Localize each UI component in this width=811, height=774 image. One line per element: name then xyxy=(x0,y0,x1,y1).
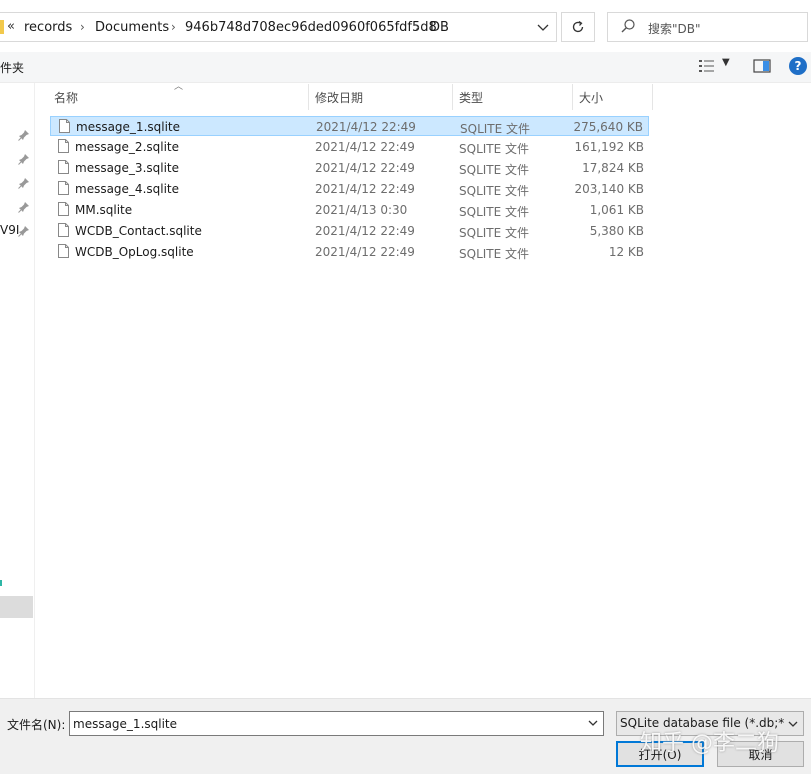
new-folder-button[interactable]: 件夹 xyxy=(0,59,24,76)
column-header-size[interactable]: 大小 xyxy=(573,84,652,110)
address-bar[interactable]: « records › Documents › 946b748d708ec96d… xyxy=(0,12,557,42)
file-type: SQLITE 文件 xyxy=(459,142,530,156)
filename-field[interactable] xyxy=(69,711,604,736)
file-name: message_4.sqlite xyxy=(75,182,180,196)
preview-pane-icon[interactable] xyxy=(753,59,771,73)
file-name: message_3.sqlite xyxy=(75,161,180,175)
column-header-type[interactable]: 类型 xyxy=(453,84,572,110)
file-row[interactable]: WCDB_OpLog.sqlite 2021/4/12 22:49 SQLITE… xyxy=(50,242,649,262)
file-name: WCDB_Contact.sqlite xyxy=(75,224,202,238)
pin-icon[interactable] xyxy=(18,129,30,141)
filename-input[interactable] xyxy=(73,715,573,732)
chevron-down-icon[interactable] xyxy=(530,13,556,41)
breadcrumb-separator-icon[interactable]: › xyxy=(80,20,85,34)
breadcrumb-db[interactable]: DB xyxy=(430,20,449,35)
folder-icon xyxy=(0,20,4,34)
file-size: 12 KB xyxy=(608,245,644,259)
file-size: 17,824 KB xyxy=(582,161,644,175)
file-icon xyxy=(58,244,69,258)
pin-icon[interactable] xyxy=(18,225,30,237)
refresh-icon xyxy=(572,20,584,33)
search-placeholder[interactable]: 搜索"DB" xyxy=(648,20,701,37)
file-name: message_1.sqlite xyxy=(76,120,181,134)
nav-accent xyxy=(0,580,2,586)
refresh-button[interactable] xyxy=(561,12,595,42)
breadcrumb-documents[interactable]: Documents xyxy=(95,20,169,35)
pin-icon[interactable] xyxy=(18,201,30,213)
nav-item-selected[interactable] xyxy=(0,596,33,618)
pin-icon[interactable] xyxy=(18,153,30,165)
file-size: 5,380 KB xyxy=(589,224,644,238)
breadcrumb-overflow[interactable]: « xyxy=(7,19,15,34)
file-size: 203,140 KB xyxy=(574,182,644,196)
file-type: SQLITE 文件 xyxy=(459,205,530,219)
search-icon xyxy=(621,19,635,33)
file-row[interactable]: WCDB_Contact.sqlite 2021/4/12 22:49 SQLI… xyxy=(50,221,649,241)
file-row[interactable]: message_2.sqlite 2021/4/12 22:49 SQLITE … xyxy=(50,137,649,157)
file-icon xyxy=(58,139,69,153)
view-dropdown-icon[interactable]: ▼ xyxy=(722,57,730,68)
pin-icon[interactable] xyxy=(18,177,30,189)
file-type: SQLITE 文件 xyxy=(459,184,530,198)
breadcrumb-hash-folder[interactable]: 946b748d708ec96ded0960f065fdf5d8 xyxy=(185,20,437,35)
file-date: 2021/4/12 22:49 xyxy=(315,161,415,175)
file-type: SQLITE 文件 xyxy=(459,247,530,261)
file-name: WCDB_OpLog.sqlite xyxy=(75,245,194,259)
file-date: 2021/4/12 22:49 xyxy=(315,245,415,259)
file-row[interactable]: MM.sqlite 2021/4/13 0:30 SQLITE 文件 1,061… xyxy=(50,200,649,220)
file-icon xyxy=(58,160,69,174)
filename-label: 文件名(N): xyxy=(7,718,66,732)
toolbar: 件夹 ▼ ? xyxy=(0,52,811,83)
file-name: MM.sqlite xyxy=(75,203,133,217)
file-icon xyxy=(58,202,69,216)
file-name: message_2.sqlite xyxy=(75,140,180,154)
filetype-select[interactable]: SQLite database file (*.db;*.c xyxy=(616,711,804,736)
file-icon xyxy=(58,223,69,237)
file-icon xyxy=(59,119,70,133)
dialog-footer: 文件名(N): SQLite database file (*.db;*.c 打… xyxy=(0,698,811,774)
file-row[interactable]: message_3.sqlite 2021/4/12 22:49 SQLITE … xyxy=(50,158,649,178)
address-row: « records › Documents › 946b748d708ec96d… xyxy=(0,0,811,52)
column-divider[interactable] xyxy=(652,84,653,110)
file-date: 2021/4/13 0:30 xyxy=(315,203,408,217)
search-box[interactable]: 搜索"DB" xyxy=(607,12,808,42)
breadcrumb-separator-icon[interactable]: › xyxy=(415,20,420,34)
view-options-icon[interactable] xyxy=(698,59,716,73)
file-size: 161,192 KB xyxy=(574,140,644,154)
file-date: 2021/4/12 22:49 xyxy=(315,140,415,154)
chevron-down-icon[interactable] xyxy=(587,716,599,730)
file-size: 1,061 KB xyxy=(589,203,644,217)
filetype-value: SQLite database file (*.db;*.c xyxy=(620,716,785,730)
open-button[interactable]: 打开(O) xyxy=(616,741,704,767)
chevron-down-icon[interactable] xyxy=(787,717,799,731)
file-type: SQLITE 文件 xyxy=(460,122,531,136)
cancel-button[interactable]: 取消 xyxy=(717,741,804,767)
file-row[interactable]: message_1.sqlite 2021/4/12 22:49 SQLITE … xyxy=(50,116,649,136)
file-icon xyxy=(58,181,69,195)
help-icon[interactable]: ? xyxy=(789,57,807,75)
nav-item-partial[interactable]: V9I xyxy=(0,223,19,237)
file-date: 2021/4/12 22:49 xyxy=(315,182,415,196)
navigation-pane: V9I xyxy=(0,83,35,698)
column-header-date[interactable]: 修改日期 xyxy=(309,84,452,110)
file-size: 275,640 KB xyxy=(573,120,643,134)
file-row[interactable]: message_4.sqlite 2021/4/12 22:49 SQLITE … xyxy=(50,179,649,199)
column-header-name[interactable]: 名称 xyxy=(48,84,308,110)
breadcrumb-records[interactable]: records xyxy=(24,20,72,35)
file-date: 2021/4/12 22:49 xyxy=(315,224,415,238)
file-type: SQLITE 文件 xyxy=(459,226,530,240)
file-type: SQLITE 文件 xyxy=(459,163,530,177)
file-date: 2021/4/12 22:49 xyxy=(316,120,416,134)
breadcrumb-separator-icon[interactable]: › xyxy=(171,20,176,34)
